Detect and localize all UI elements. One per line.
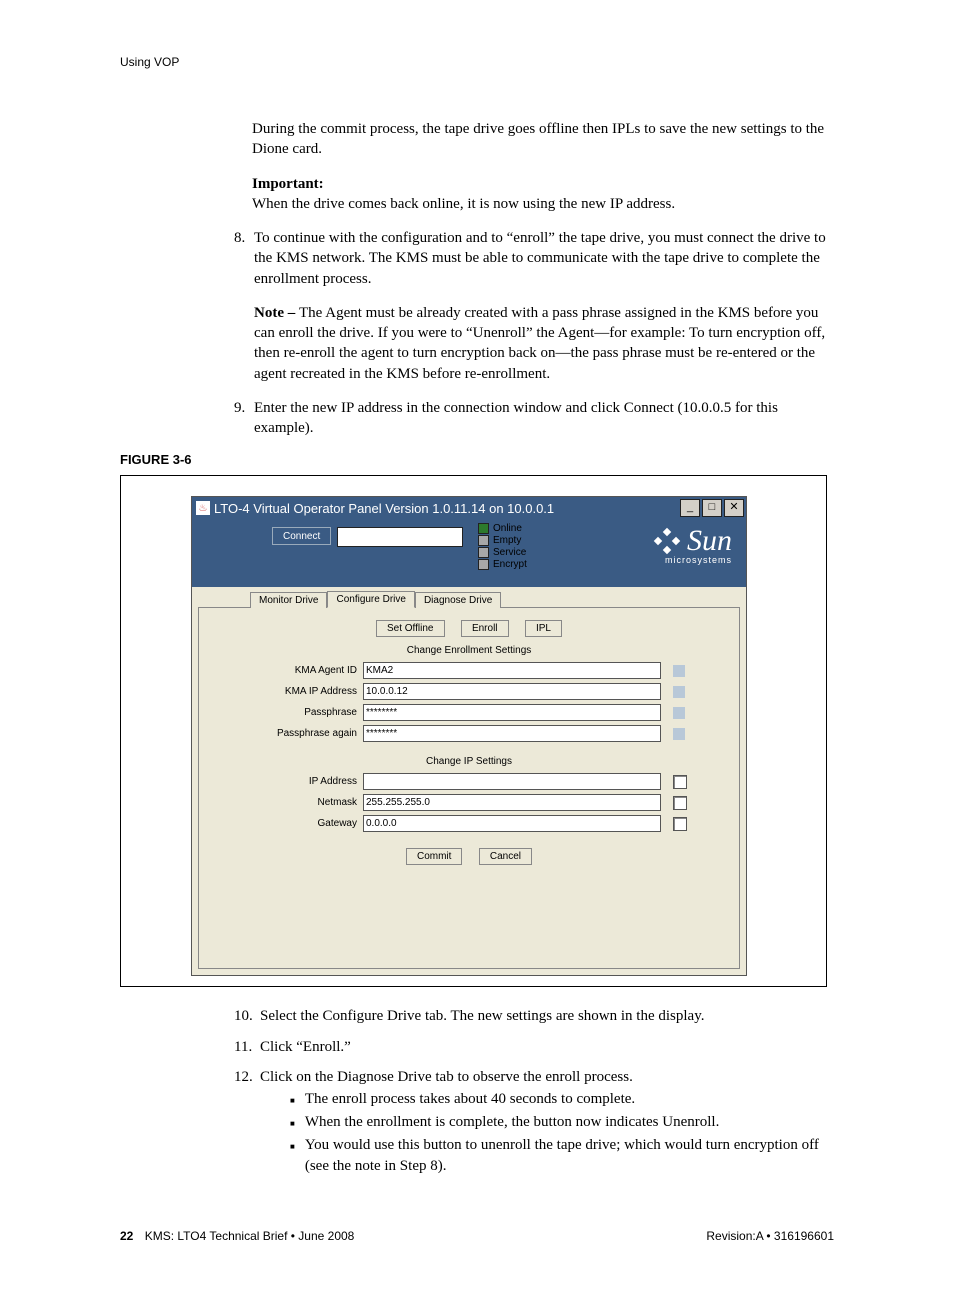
important-label: Important:	[252, 176, 324, 192]
important-text: When the drive comes back online, it is …	[252, 196, 675, 212]
netmask-label: Netmask	[209, 797, 363, 808]
passphrase-indicator	[673, 707, 685, 719]
encrypt-indicator	[478, 559, 489, 570]
header-band: Connect Online Empty Service Encrypt	[192, 519, 746, 587]
step-11-text: Click “Enroll.”	[260, 1036, 351, 1059]
gateway-checkbox[interactable]	[673, 817, 687, 831]
java-icon: ♨	[196, 501, 210, 515]
page-footer: 22 KMS: LTO4 Technical Brief • June 2008…	[120, 1229, 834, 1243]
sun-logo-sub: microsystems	[653, 555, 732, 565]
sun-logo-text: Sun	[687, 528, 732, 554]
step-8-number: 8.	[234, 228, 254, 384]
step-10-number: 10.	[234, 1005, 260, 1028]
empty-indicator	[478, 535, 489, 546]
passphrase-label: Passphrase	[209, 707, 363, 718]
step-10: 10. Select the Configure Drive tab. The …	[234, 1005, 834, 1028]
ip-input[interactable]	[363, 773, 661, 790]
step-12-text: Click on the Diagnose Drive tab to obser…	[260, 1066, 834, 1089]
step-11-number: 11.	[234, 1036, 260, 1059]
passphrase-input[interactable]	[363, 704, 661, 721]
tab-monitor-drive[interactable]: Monitor Drive	[250, 592, 327, 608]
gateway-input[interactable]	[363, 815, 661, 832]
status-block: Online Empty Service Encrypt	[478, 523, 527, 571]
note-text: The Agent must be already created with a…	[254, 305, 825, 382]
enroll-section-title: Change Enrollment Settings	[209, 645, 729, 656]
tab-configure-drive[interactable]: Configure Drive	[327, 591, 414, 608]
passphrase2-label: Passphrase again	[209, 728, 363, 739]
passphrase2-indicator	[673, 728, 685, 740]
step-8: 8. To continue with the configuration an…	[234, 228, 834, 384]
service-indicator	[478, 547, 489, 558]
intro-paragraph: During the commit process, the tape driv…	[252, 119, 834, 160]
note-label: Note –	[254, 305, 299, 321]
configure-panel: Set Offline Enroll IPL Change Enrollment…	[198, 607, 740, 969]
tab-diagnose-drive[interactable]: Diagnose Drive	[415, 592, 501, 608]
ip-label: IP Address	[209, 776, 363, 787]
figure-frame: ♨ LTO-4 Virtual Operator Panel Version 1…	[120, 475, 827, 987]
gateway-label: Gateway	[209, 818, 363, 829]
page-number: 22	[120, 1229, 133, 1243]
important-block: Important: When the drive comes back onl…	[252, 174, 834, 215]
footer-right-text: Revision:A • 316196601	[706, 1229, 834, 1243]
online-indicator	[478, 523, 489, 534]
figure-label: FIGURE 3-6	[120, 452, 834, 467]
sun-icon	[653, 527, 681, 555]
step-9-number: 9.	[234, 398, 254, 439]
minimize-button[interactable]: _	[680, 499, 700, 517]
tab-bar: Monitor Drive Configure Drive Diagnose D…	[192, 587, 746, 608]
status-encrypt: Encrypt	[493, 559, 527, 570]
connect-address-input[interactable]	[337, 527, 463, 547]
enroll-button[interactable]: Enroll	[461, 620, 509, 637]
sun-logo: Sun microsystems	[653, 527, 732, 565]
close-button[interactable]: ✕	[724, 499, 744, 517]
status-empty: Empty	[493, 535, 521, 546]
titlebar: ♨ LTO-4 Virtual Operator Panel Version 1…	[192, 497, 746, 519]
step-8-note: Note – The Agent must be already created…	[254, 303, 834, 384]
passphrase2-input[interactable]	[363, 725, 661, 742]
agent-id-label: KMA Agent ID	[209, 665, 363, 676]
running-head: Using VOP	[120, 55, 834, 69]
step-9-text: Enter the new IP address in the connecti…	[254, 398, 834, 439]
app-window: ♨ LTO-4 Virtual Operator Panel Version 1…	[191, 496, 747, 976]
step-12-bullet-3: You would use this button to unenroll th…	[290, 1135, 834, 1177]
step-8-text: To continue with the configuration and t…	[254, 228, 834, 289]
agent-id-indicator	[673, 665, 685, 677]
footer-left-text: KMS: LTO4 Technical Brief • June 2008	[145, 1229, 355, 1243]
status-service: Service	[493, 547, 526, 558]
step-11: 11. Click “Enroll.”	[234, 1036, 834, 1059]
status-online: Online	[493, 523, 522, 534]
ip-section-title: Change IP Settings	[209, 756, 729, 767]
kma-ip-indicator	[673, 686, 685, 698]
netmask-checkbox[interactable]	[673, 796, 687, 810]
window-title: LTO-4 Virtual Operator Panel Version 1.0…	[214, 501, 554, 516]
step-10-text: Select the Configure Drive tab. The new …	[260, 1005, 704, 1028]
step-12-number: 12.	[234, 1066, 260, 1179]
connect-button[interactable]: Connect	[272, 527, 331, 545]
netmask-input[interactable]	[363, 794, 661, 811]
step-12-bullet-2: When the enrollment is complete, the but…	[290, 1112, 834, 1133]
step-12: 12. Click on the Diagnose Drive tab to o…	[234, 1066, 834, 1179]
kma-ip-input[interactable]	[363, 683, 661, 700]
set-offline-button[interactable]: Set Offline	[376, 620, 445, 637]
cancel-button[interactable]: Cancel	[479, 848, 532, 865]
ip-checkbox[interactable]	[673, 775, 687, 789]
maximize-button[interactable]: □	[702, 499, 722, 517]
step-9: 9. Enter the new IP address in the conne…	[234, 398, 834, 439]
agent-id-input[interactable]	[363, 662, 661, 679]
step-12-bullet-1: The enroll process takes about 40 second…	[290, 1089, 834, 1110]
commit-button[interactable]: Commit	[406, 848, 462, 865]
kma-ip-label: KMA IP Address	[209, 686, 363, 697]
ipl-button[interactable]: IPL	[525, 620, 562, 637]
